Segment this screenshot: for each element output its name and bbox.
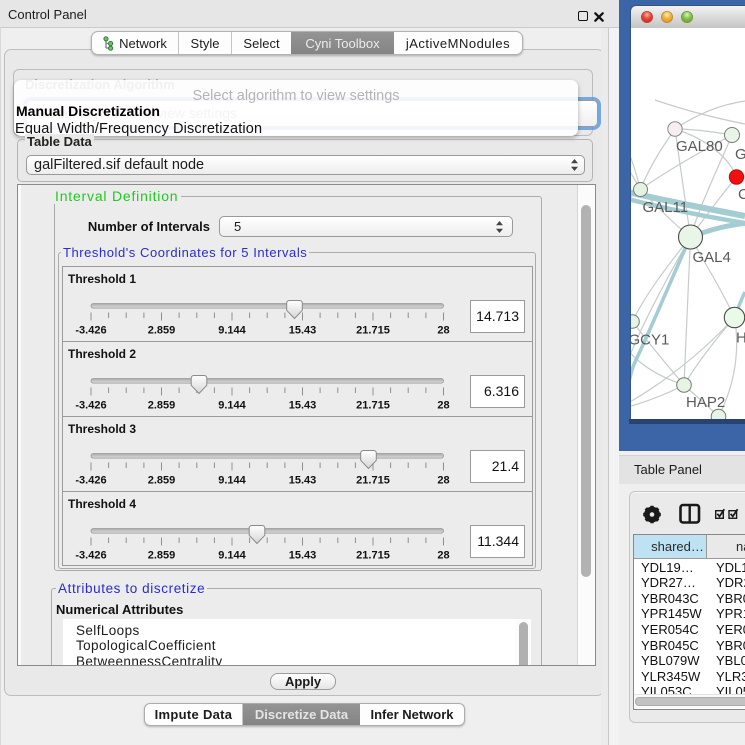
svg-text:-3.426: -3.426 [75, 475, 106, 487]
svg-text:28: 28 [437, 400, 449, 412]
svg-text:-3.426: -3.426 [75, 400, 106, 412]
svg-text:28: 28 [437, 325, 449, 337]
svg-text:HAP2: HAP2 [686, 394, 725, 411]
svg-text:GA: GA [735, 146, 745, 163]
svg-text:9.144: 9.144 [218, 550, 246, 562]
svg-text:C: C [738, 186, 745, 203]
svg-text:21.715: 21.715 [356, 475, 390, 487]
svg-text:9.144: 9.144 [218, 325, 246, 337]
svg-text:2.859: 2.859 [148, 400, 176, 412]
svg-text:28: 28 [437, 475, 449, 487]
svg-text:GAL4: GAL4 [693, 249, 731, 266]
svg-text:15.43: 15.43 [289, 550, 317, 562]
svg-text:21.715: 21.715 [356, 550, 390, 562]
svg-text:21.715: 21.715 [356, 400, 390, 412]
svg-text:GCY1: GCY1 [631, 332, 669, 349]
svg-text:28: 28 [437, 550, 449, 562]
svg-text:15.43: 15.43 [289, 475, 317, 487]
svg-text:-3.426: -3.426 [75, 550, 106, 562]
svg-text:H: H [736, 330, 745, 347]
svg-text:9.144: 9.144 [218, 400, 246, 412]
svg-text:GAL11: GAL11 [643, 199, 689, 216]
svg-text:GAL80: GAL80 [676, 138, 723, 155]
svg-text:2.859: 2.859 [148, 475, 176, 487]
svg-text:15.43: 15.43 [289, 325, 317, 337]
svg-text:21.715: 21.715 [356, 325, 390, 337]
svg-text:-3.426: -3.426 [75, 325, 106, 337]
svg-text:2.859: 2.859 [148, 550, 176, 562]
svg-text:15.43: 15.43 [289, 400, 317, 412]
svg-text:9.144: 9.144 [218, 475, 246, 487]
svg-text:2.859: 2.859 [148, 325, 176, 337]
